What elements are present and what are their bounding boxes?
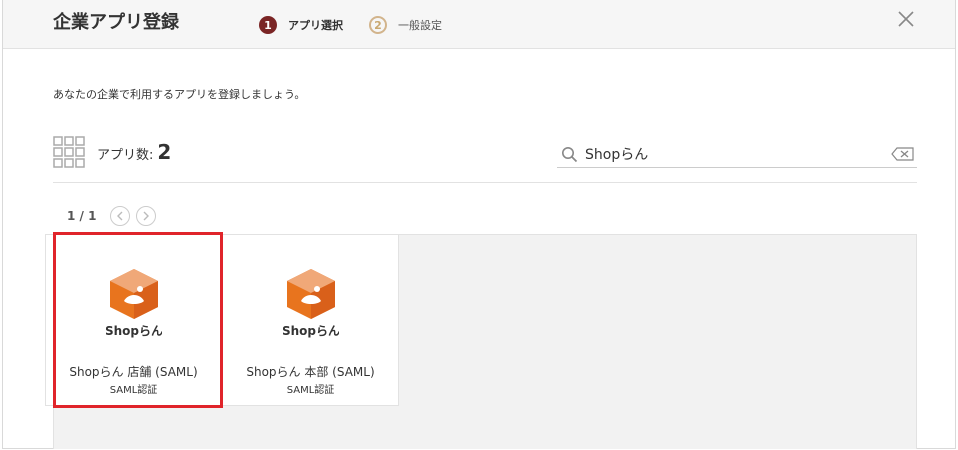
app-count: アプリ数: 2 — [97, 140, 171, 164]
logo-text: Shopらん — [283, 324, 339, 338]
divider — [53, 182, 917, 183]
step-label: アプリ選択 — [288, 19, 343, 32]
app-registration-modal: 企業アプリ登録 1 アプリ選択 2 一般設定 あなたの企業で利用するアプリを登録… — [2, 0, 956, 449]
search-box — [557, 142, 917, 168]
search-input[interactable] — [585, 144, 875, 164]
close-icon — [898, 11, 914, 27]
shopran-logo-icon: Shopらん — [283, 269, 339, 338]
step-number-badge: 1 — [259, 16, 277, 34]
modal-header: 企業アプリ登録 1 アプリ選択 2 一般設定 — [3, 0, 955, 49]
clear-search-icon[interactable] — [891, 147, 915, 161]
step-number-badge: 2 — [369, 16, 387, 34]
step-general-settings: 2 一般設定 — [369, 16, 442, 34]
search-icon — [562, 147, 578, 163]
pagination: 1 / 1 — [67, 206, 157, 226]
step-app-select: 1 アプリ選択 — [259, 16, 343, 34]
page-indicator: 1 / 1 — [67, 209, 97, 223]
close-button[interactable] — [895, 8, 917, 30]
description-text: あなたの企業で利用するアプリを登録しましょう。 — [53, 88, 306, 101]
shopran-logo-icon: Shopらん — [106, 269, 162, 338]
next-page-button[interactable] — [136, 206, 157, 226]
chevron-left-icon — [117, 211, 123, 221]
app-card-shopran-store[interactable]: Shopらん Shopらん 店舗 (SAML) SAML認証 — [45, 234, 222, 406]
page-title: 企業アプリ登録 — [53, 12, 179, 33]
app-count-value: 2 — [157, 140, 172, 164]
step-label: 一般設定 — [398, 19, 442, 32]
grid-icon — [53, 136, 85, 168]
app-name: Shopらん 店舗 (SAML) — [69, 365, 198, 379]
app-name: Shopらん 本部 (SAML) — [246, 365, 375, 379]
app-auth-type: SAML認証 — [109, 385, 158, 396]
chevron-right-icon — [143, 211, 150, 221]
app-card-shopran-hq[interactable]: Shopらん Shopらん 本部 (SAML) SAML認証 — [222, 234, 399, 406]
app-auth-type: SAML認証 — [286, 385, 335, 396]
app-count-label: アプリ数: — [97, 148, 154, 163]
logo-text: Shopらん — [106, 324, 162, 338]
prev-page-button[interactable] — [110, 206, 131, 226]
